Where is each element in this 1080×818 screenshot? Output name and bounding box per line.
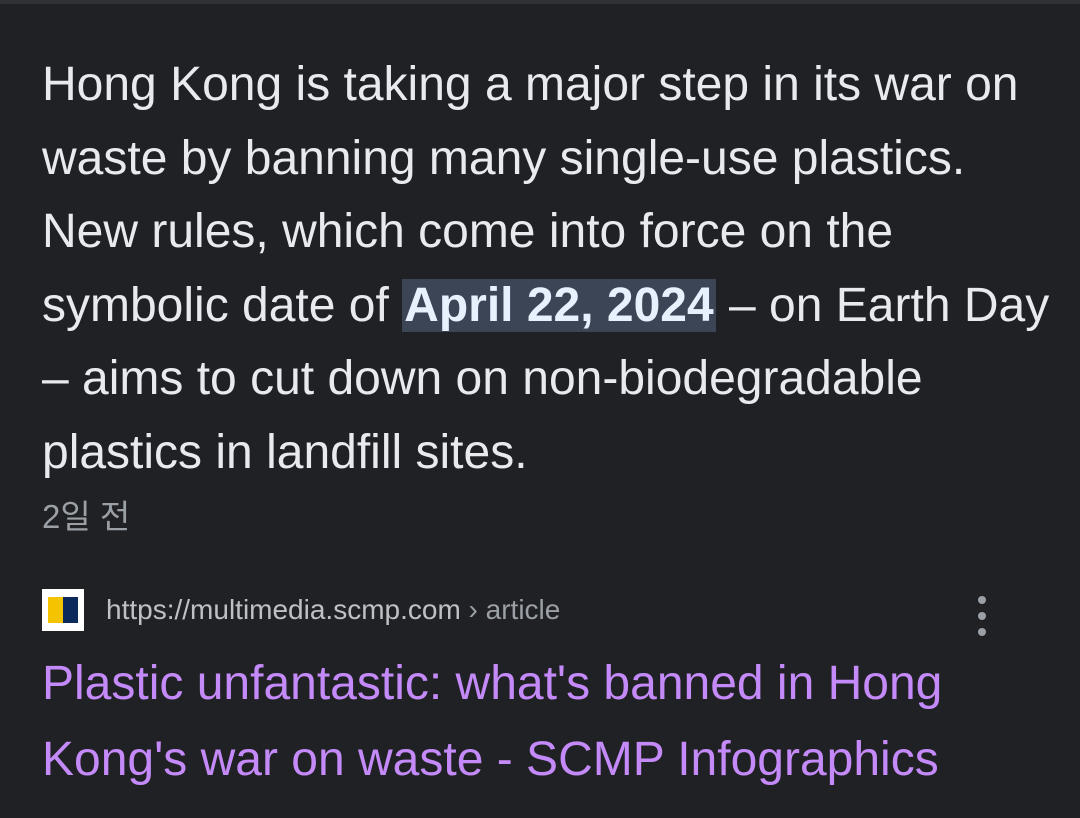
- more-options-icon[interactable]: [970, 596, 994, 636]
- favicon-blue-bar: [63, 597, 78, 623]
- site-favicon-icon: [42, 589, 84, 631]
- snippet-highlight: April 22, 2024: [402, 278, 716, 332]
- search-result: https://multimedia.scmp.com › article: [42, 588, 1042, 632]
- result-url: https://multimedia.scmp.com › article: [106, 594, 560, 626]
- more-dot: [978, 628, 986, 636]
- favicon-yellow-bar: [48, 597, 63, 623]
- result-title-link[interactable]: Plastic unfantastic: what's banned in Ho…: [42, 646, 1062, 798]
- result-url-breadcrumb: › article: [460, 594, 561, 625]
- result-source[interactable]: https://multimedia.scmp.com › article: [42, 588, 1042, 632]
- more-dot: [978, 612, 986, 620]
- result-url-domain: https://multimedia.scmp.com: [106, 594, 461, 625]
- top-divider: [0, 0, 1080, 4]
- more-dot: [978, 596, 986, 604]
- result-snippet: Hong Kong is taking a major step in its …: [42, 48, 1052, 489]
- result-age: 2일 전: [42, 498, 131, 535]
